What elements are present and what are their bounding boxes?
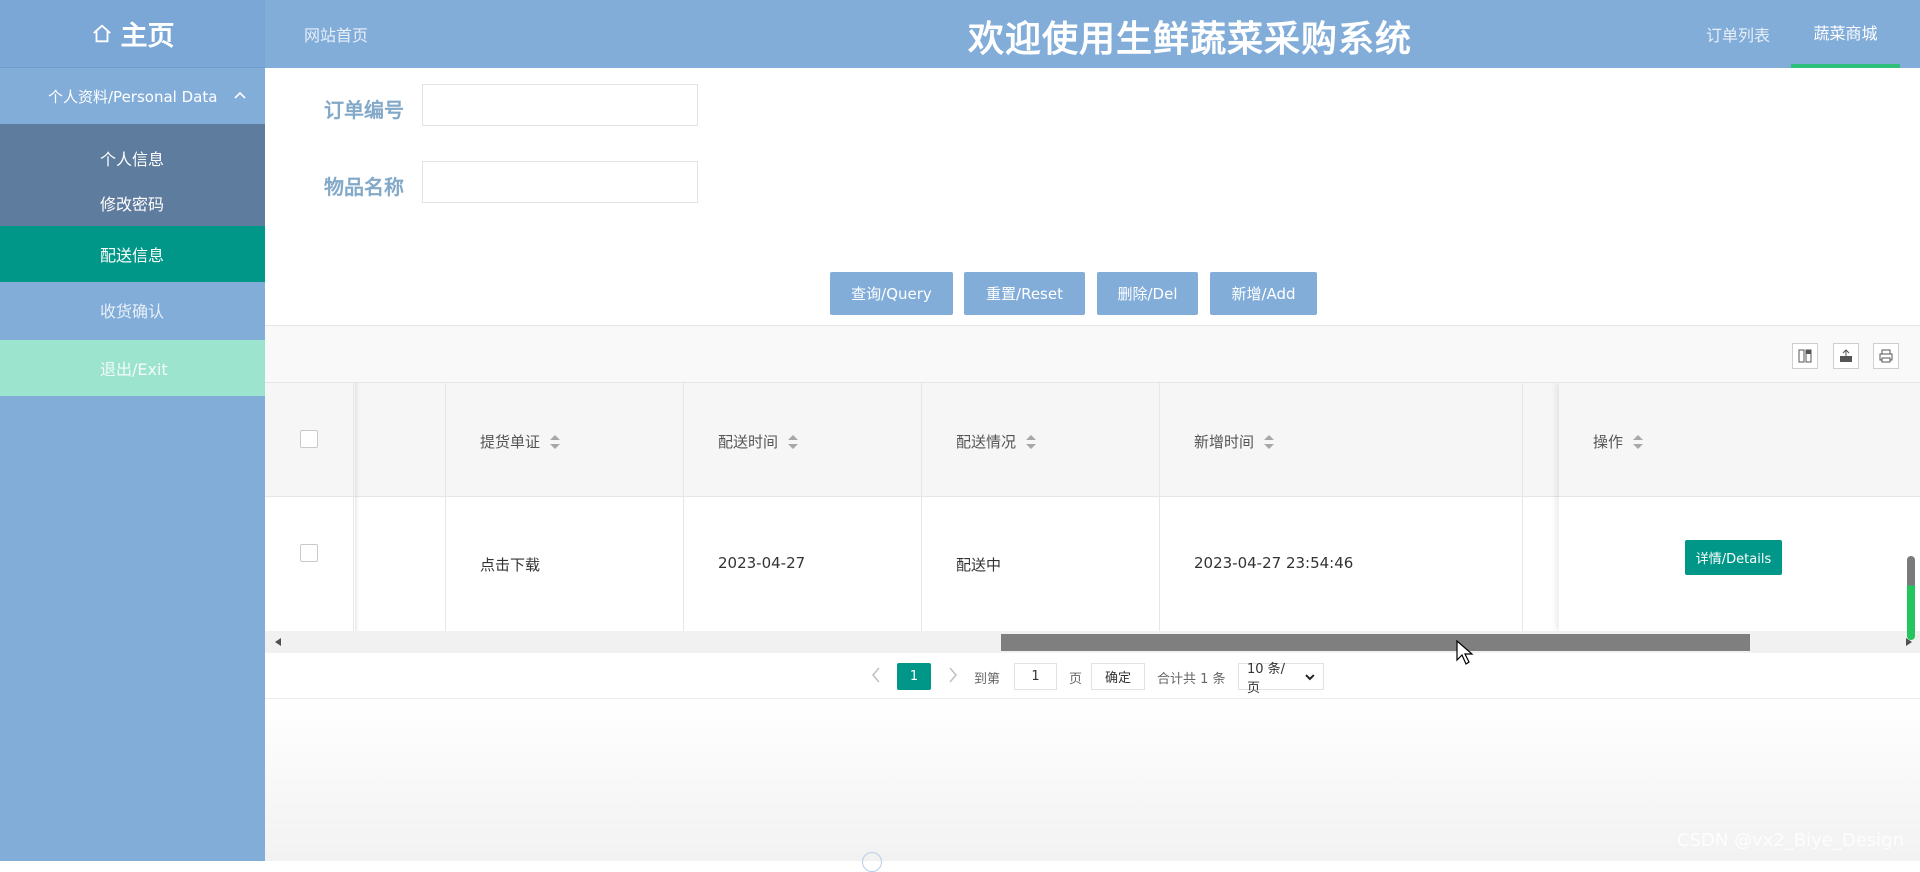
pagination: 1 到第 页 确定 合计共 1 条 10 条/页 xyxy=(265,653,1920,699)
cell-delivery-time: 2023-04-27 xyxy=(718,554,806,572)
content-bottom-area xyxy=(265,699,1920,861)
sidebar-item-delivery-info[interactable]: 配送信息 xyxy=(0,226,265,282)
delete-button[interactable]: 删除/Del xyxy=(1097,272,1198,315)
item-name-label: 物品名称 xyxy=(324,175,404,199)
sort-icon[interactable] xyxy=(550,434,561,449)
cell-created-time: 2023-04-27 23:54:46 xyxy=(1194,554,1354,572)
sort-icon[interactable] xyxy=(1264,434,1275,449)
cell-proof-download-link[interactable]: 点击下载 xyxy=(480,554,540,575)
column-divider xyxy=(1159,383,1160,631)
item-name-input[interactable] xyxy=(422,161,698,203)
col-header-delivery-status[interactable]: 配送情况 xyxy=(956,431,1037,452)
add-button[interactable]: 新增/Add xyxy=(1210,272,1317,315)
page-size-select[interactable]: 10 条/页 xyxy=(1238,662,1324,696)
chevron-up-icon xyxy=(234,91,246,99)
mouse-cursor-icon xyxy=(1456,640,1474,665)
home-link[interactable]: 主页 xyxy=(0,0,265,68)
page-size-value: 10 条/页 xyxy=(1247,661,1286,696)
nav-vegetable-shop[interactable]: 蔬菜商城 xyxy=(1791,0,1900,68)
scroll-left-icon[interactable] xyxy=(275,638,281,646)
sidebar-item-exit[interactable]: 退出/Exit xyxy=(0,340,265,396)
query-button[interactable]: 查询/Query xyxy=(830,272,953,315)
sidebar-group-label: 个人资料/Personal Data xyxy=(48,87,218,106)
sidebar-item-change-password[interactable]: 修改密码 xyxy=(100,191,164,215)
order-no-label: 订单编号 xyxy=(324,98,404,122)
print-icon[interactable] xyxy=(1873,343,1899,369)
delivery-table: 提货单证 配送时间 配送情况 新增时间 操作 点击下载 2023-04-27 配… xyxy=(265,383,1920,631)
column-divider xyxy=(683,383,684,631)
col-header-proof[interactable]: 提货单证 xyxy=(480,431,561,452)
reset-button[interactable]: 重置/Reset xyxy=(964,272,1085,315)
export-icon[interactable] xyxy=(1833,343,1859,369)
column-divider xyxy=(921,383,922,631)
col-header-delivery-time-label: 配送时间 xyxy=(718,433,779,451)
sidebar-item-profile[interactable]: 个人信息 xyxy=(100,146,164,170)
goto-page-input[interactable] xyxy=(1014,663,1057,690)
col-header-created-time-label: 新增时间 xyxy=(1194,433,1255,451)
column-divider xyxy=(445,383,446,631)
total-count: 合计共 1 条 xyxy=(1157,672,1226,687)
page-number-current[interactable]: 1 xyxy=(897,663,931,690)
goto-confirm-button[interactable]: 确定 xyxy=(1091,663,1145,690)
nav-order-list[interactable]: 订单列表 xyxy=(1706,22,1770,46)
fixed-action-column xyxy=(1559,383,1920,631)
sidebar-group-personal-data[interactable]: 个人资料/Personal Data xyxy=(0,68,265,124)
scrollbar-thumb[interactable] xyxy=(1001,634,1750,651)
nav-site-home[interactable]: 网站首页 xyxy=(304,22,368,46)
sort-icon[interactable] xyxy=(1026,434,1037,449)
chevron-left-icon[interactable] xyxy=(868,665,884,685)
columns-icon[interactable] xyxy=(1792,343,1818,369)
col-header-proof-label: 提货单证 xyxy=(480,433,541,451)
home-icon xyxy=(92,24,111,42)
col-header-delivery-status-label: 配送情况 xyxy=(956,433,1017,451)
fixed-column-shadow xyxy=(355,383,359,631)
col-header-created-time[interactable]: 新增时间 xyxy=(1194,431,1275,452)
vertical-scrollbar[interactable] xyxy=(1907,556,1915,640)
sidebar-submenu: 个人信息 修改密码 xyxy=(0,124,265,226)
column-divider xyxy=(353,383,354,631)
horizontal-scrollbar[interactable] xyxy=(265,631,1920,653)
sort-icon[interactable] xyxy=(788,434,799,449)
goto-label: 到第 xyxy=(974,672,1001,687)
chevron-down-icon xyxy=(1305,673,1315,680)
chevron-right-icon[interactable] xyxy=(945,665,961,685)
watermark: CSDN @vx2_Biye_Design xyxy=(1676,830,1904,851)
cell-delivery-status: 配送中 xyxy=(956,556,1002,574)
col-header-delivery-time[interactable]: 配送时间 xyxy=(718,431,799,452)
page-unit-label: 页 xyxy=(1069,672,1083,687)
select-all-checkbox[interactable] xyxy=(300,430,318,448)
sidebar: 个人资料/Personal Data 个人信息 修改密码 配送信息 收货确认 退… xyxy=(0,68,265,861)
site-title: 欢迎使用生鲜蔬菜采购系统 xyxy=(967,19,1412,60)
top-header: 主页 网站首页 欢迎使用生鲜蔬菜采购系统 订单列表 蔬菜商城 xyxy=(0,0,1920,68)
row-checkbox[interactable] xyxy=(300,544,318,562)
home-label: 主页 xyxy=(120,21,175,52)
order-no-input[interactable] xyxy=(422,84,698,126)
table-toolbar xyxy=(265,325,1920,383)
sidebar-item-receipt-confirm[interactable]: 收货确认 xyxy=(0,282,265,338)
column-divider xyxy=(1522,383,1523,631)
scroll-top-circle[interactable] xyxy=(862,852,882,872)
